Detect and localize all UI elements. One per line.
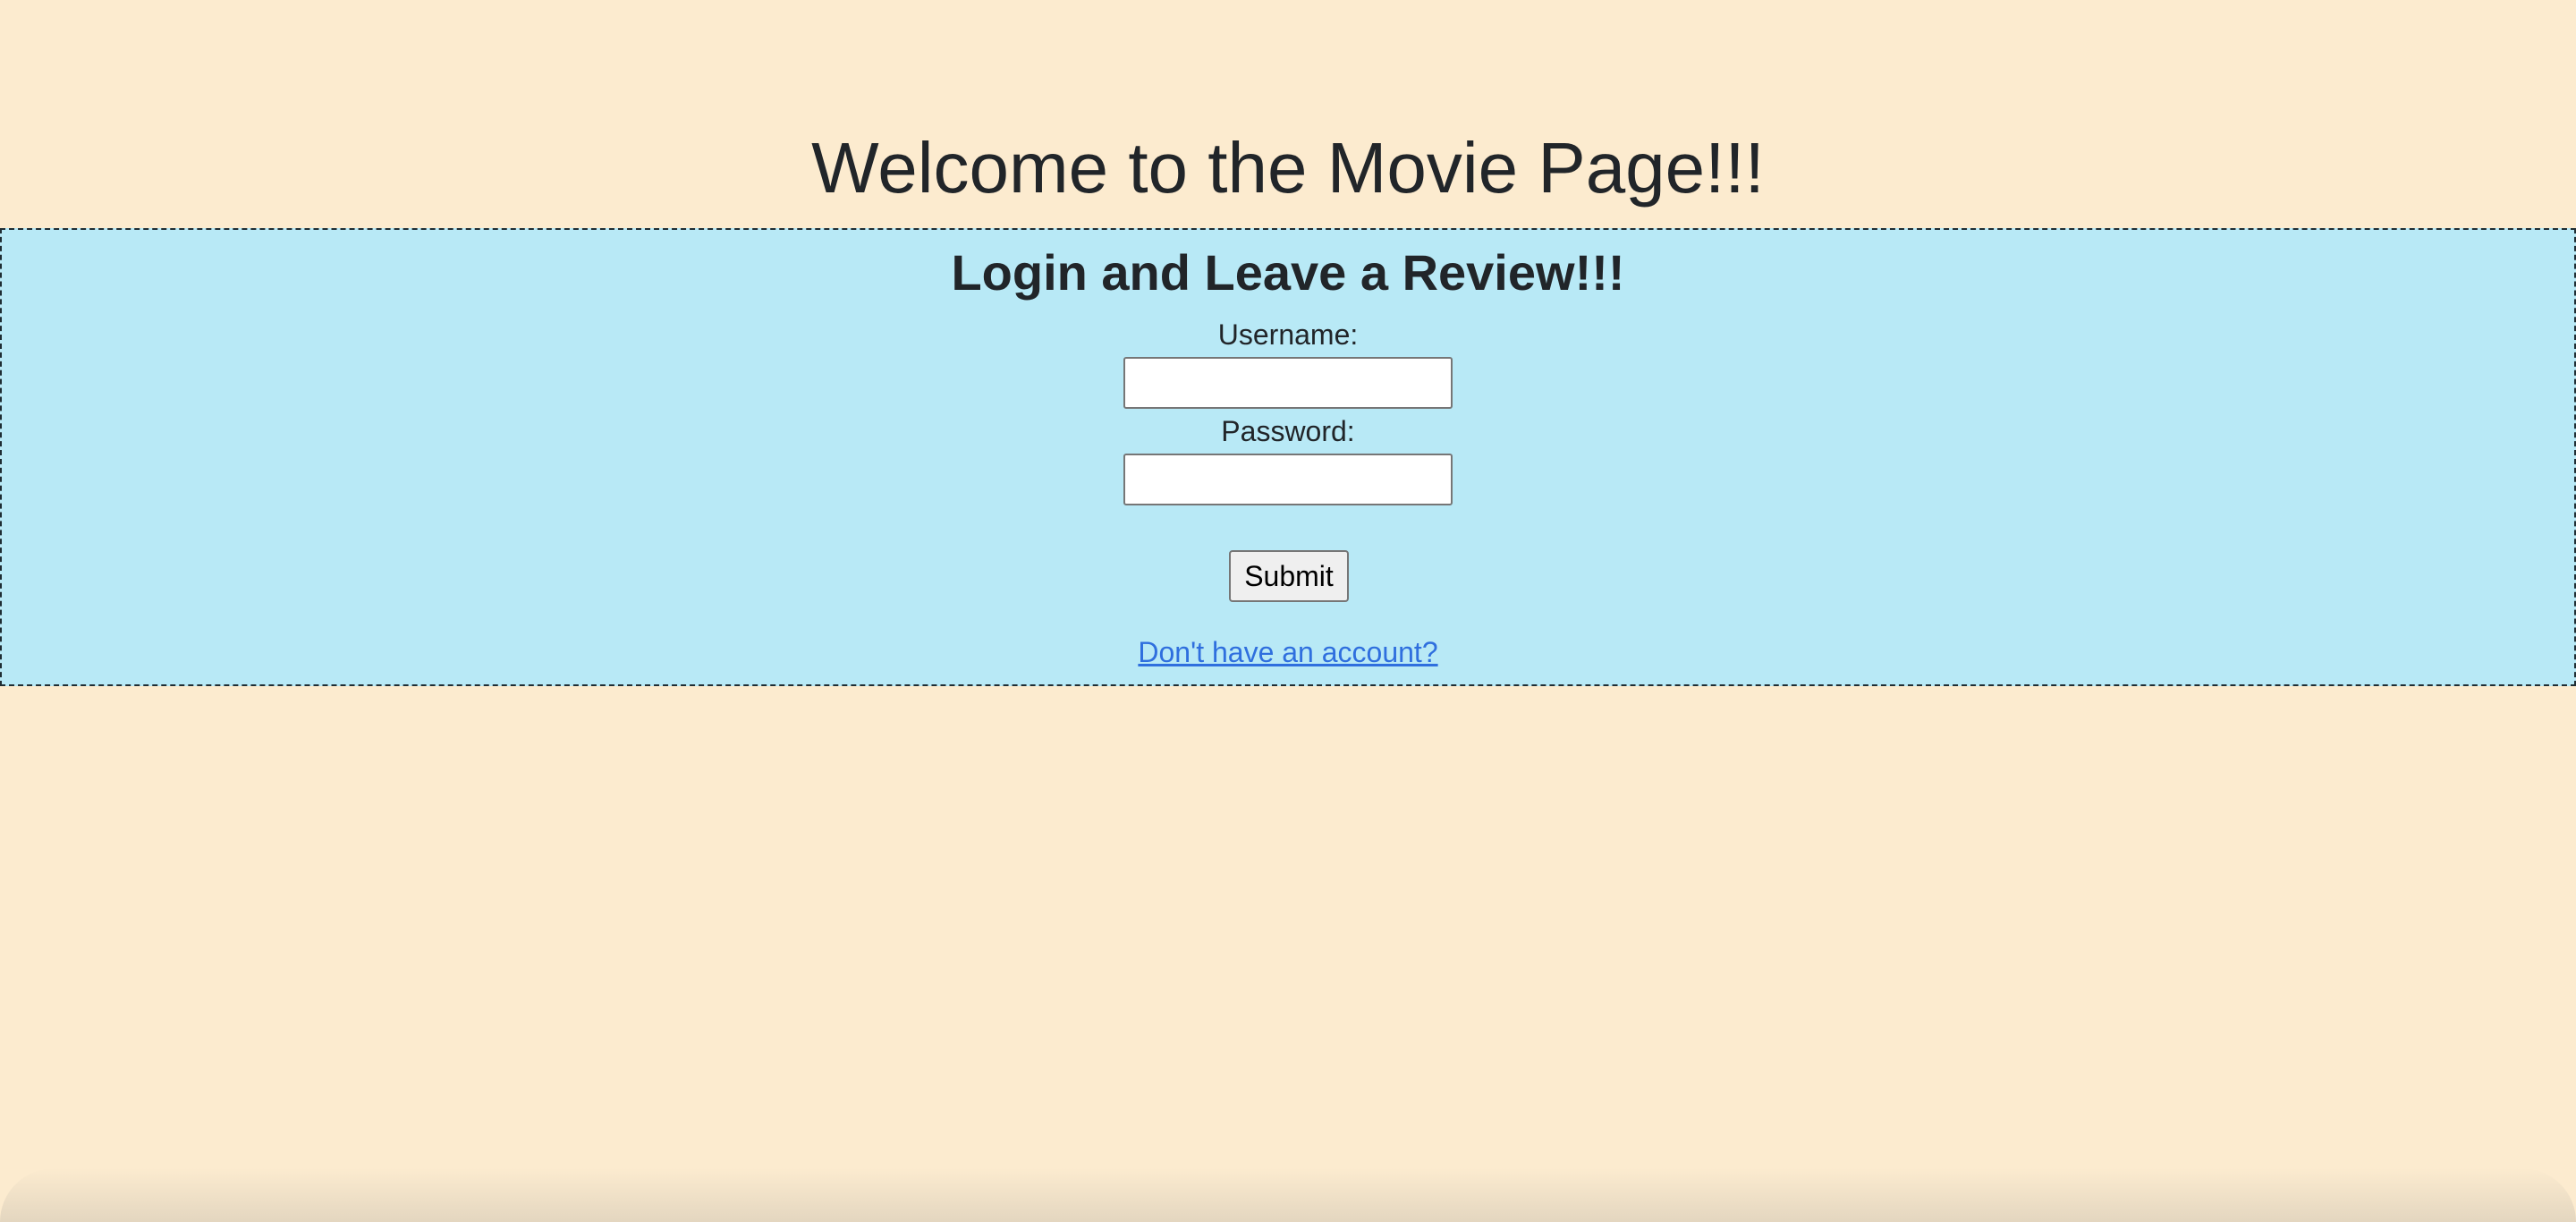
- submit-button[interactable]: Submit: [1229, 550, 1349, 602]
- password-input[interactable]: [1123, 454, 1453, 505]
- page-title: Welcome to the Movie Page!!!: [811, 128, 1765, 208]
- username-label: Username:: [1217, 318, 1359, 351]
- login-heading: Login and Leave a Review!!!: [951, 244, 1625, 301]
- signup-link-container: Don't have an account?: [2, 634, 2574, 670]
- window-bottom-shadow: [0, 1168, 2576, 1222]
- signup-link[interactable]: Don't have an account?: [1138, 636, 1437, 668]
- password-label: Password:: [1221, 415, 1355, 447]
- login-panel: Login and Leave a Review!!! Username: Pa…: [0, 228, 2576, 686]
- page: Welcome to the Movie Page!!! Login and L…: [0, 0, 2576, 1222]
- username-input[interactable]: [1123, 357, 1453, 409]
